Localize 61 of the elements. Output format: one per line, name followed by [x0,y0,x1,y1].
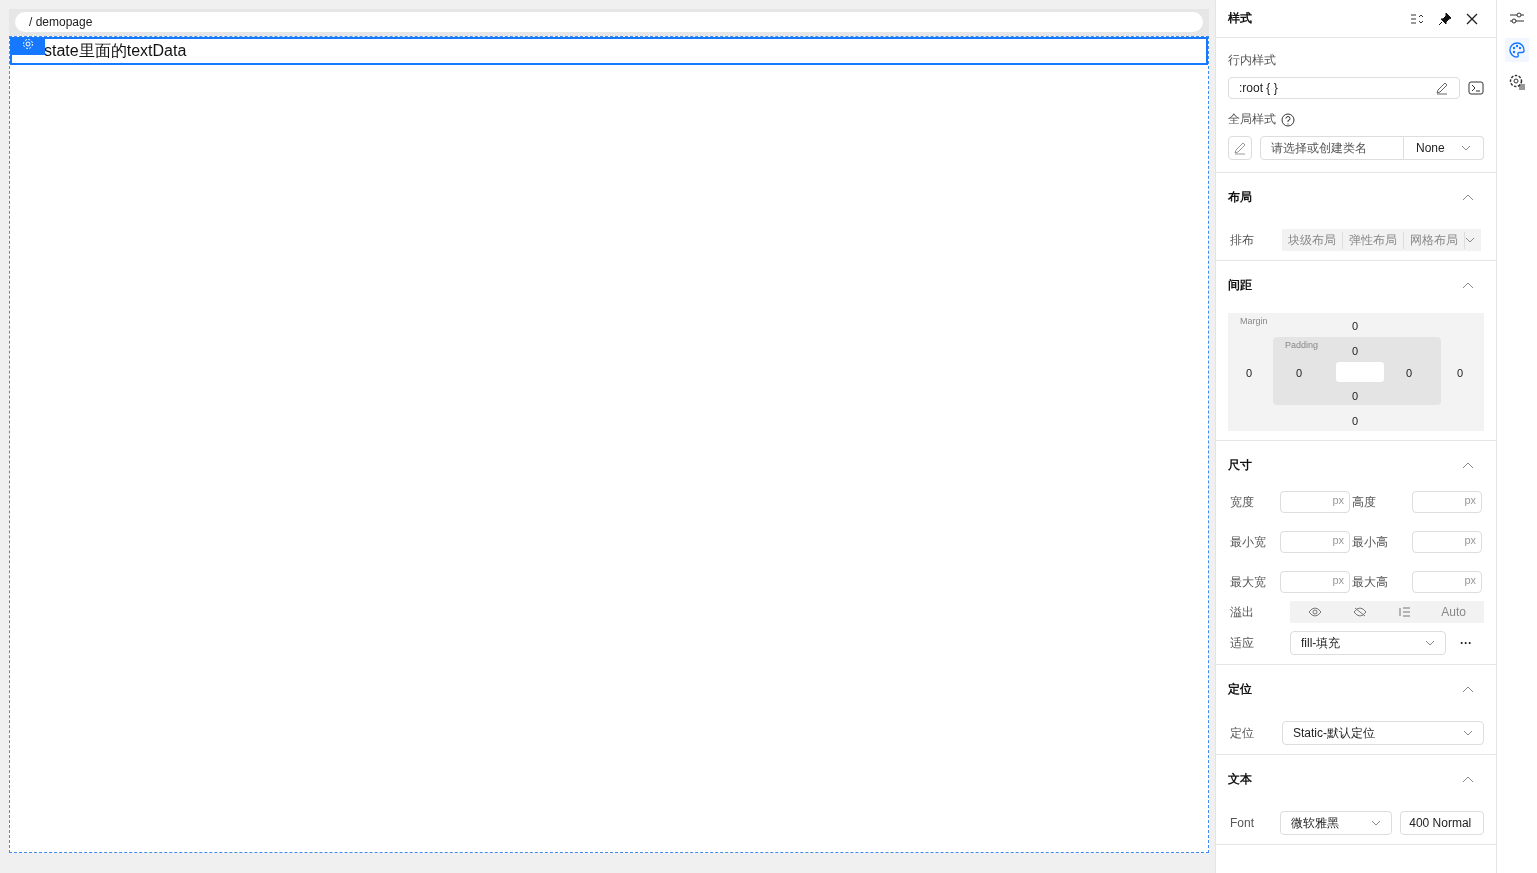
margin-value[interactable]: 0 [1246,367,1253,379]
chevron-up-icon[interactable] [1462,685,1474,693]
field-label: 溢出 [1229,603,1255,621]
state-select[interactable]: None [1404,136,1484,160]
chevron-up-icon[interactable] [1462,193,1474,201]
collapse-all-icon[interactable] [1410,12,1424,25]
chevron-up-icon[interactable] [1462,281,1474,289]
field-label: 最小宽 [1229,533,1267,551]
edit-button[interactable] [1228,136,1252,160]
class-name-field[interactable]: 请选择或创建类名 [1260,136,1404,160]
terminal-icon[interactable] [1468,81,1484,95]
chevron-down-icon [1461,145,1471,151]
padding-value[interactable]: 0 [1352,345,1359,357]
field-label: 排布 [1229,231,1255,249]
padding-label: Padding [1285,340,1319,350]
inline-style-label: 行内样式 [1228,52,1277,69]
field-label: 最大宽 [1229,573,1267,591]
field-label: 高度 [1351,493,1377,511]
field-label: 最大高 [1351,573,1389,591]
chevron-down-icon [1425,640,1435,646]
fit-select[interactable]: fill-填充 [1290,631,1446,655]
content-box [1336,362,1384,382]
close-icon[interactable] [1466,12,1478,25]
section-title: 尺寸 [1228,456,1252,474]
text-element[interactable]: state里面的textData [10,37,1208,65]
margin-value[interactable]: 0 [1457,367,1464,379]
gear-icon[interactable] [11,37,45,55]
panel-title: 样式 [1228,10,1253,27]
section-title: 文本 [1228,770,1252,788]
section-title: 定位 [1228,680,1252,698]
margin-label: Margin [1240,316,1268,326]
position-select[interactable]: Static-默认定位 [1282,721,1484,745]
field-label: 最小高 [1351,533,1389,551]
chevron-down-icon[interactable] [1465,237,1475,243]
margin-value[interactable]: 0 [1352,415,1359,427]
chevron-up-icon[interactable] [1462,775,1474,783]
pencil-icon[interactable] [1435,81,1449,95]
chevron-down-icon [1371,820,1382,826]
margin-value[interactable]: 0 [1352,320,1359,332]
section-title: 布局 [1228,188,1252,206]
text-content: state里面的textData [44,42,187,60]
font-select[interactable]: 微软雅黑 [1280,811,1393,835]
field-label: 定位 [1229,724,1255,742]
field-label: 宽度 [1229,493,1255,511]
more-button[interactable]: ··· [1454,635,1478,651]
section-title: 间距 [1228,276,1252,294]
chevron-up-icon[interactable] [1462,461,1474,469]
field-label: Font [1229,816,1255,830]
pencil-icon[interactable] [1233,141,1247,155]
padding-value[interactable]: 0 [1296,367,1303,379]
field-label: 适应 [1229,634,1255,652]
breadcrumb[interactable]: / demopage [15,12,1203,32]
chevron-down-icon [1463,730,1473,736]
inline-style-field[interactable]: :root { } [1228,77,1460,99]
palette-icon[interactable] [1505,38,1529,62]
padding-value[interactable]: 0 [1406,367,1413,379]
padding-value[interactable]: 0 [1352,390,1359,402]
global-style-label: 全局样式 [1228,111,1276,128]
pin-icon[interactable] [1438,11,1452,26]
weight-select[interactable]: 400 Normal [1400,811,1484,835]
help-icon[interactable] [1281,112,1295,127]
